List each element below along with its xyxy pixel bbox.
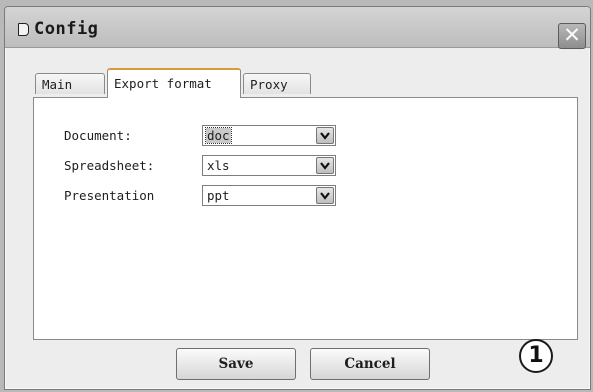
close-button[interactable]: ✕: [558, 23, 586, 49]
tab-export-format-label: Export format: [114, 76, 212, 91]
config-dialog: Config ✕ Main Export format Proxy Docume…: [4, 6, 591, 390]
chevron-down-icon: [320, 192, 330, 200]
document-label: Document:: [64, 128, 132, 143]
tab-proxy-label: Proxy: [250, 77, 288, 92]
export-format-panel: Document: doc Spreadsheet: xls Presentat…: [33, 97, 578, 340]
tab-proxy[interactable]: Proxy: [243, 73, 311, 94]
spreadsheet-dropdown-button[interactable]: [316, 157, 334, 174]
document-format-select[interactable]: doc: [202, 125, 336, 146]
title-bar[interactable]: Config ✕: [5, 7, 590, 49]
presentation-label: Presentation: [64, 188, 155, 203]
tab-main-label: Main: [42, 77, 73, 92]
tab-export-format[interactable]: Export format: [107, 68, 241, 98]
spreadsheet-label: Spreadsheet:: [64, 158, 155, 173]
document-format-value: doc: [205, 127, 232, 144]
document-dropdown-button[interactable]: [316, 127, 334, 144]
spreadsheet-format-value: xls: [207, 158, 230, 173]
callout-number-badge: 1: [519, 339, 553, 373]
cancel-button[interactable]: Cancel: [310, 348, 430, 380]
save-button[interactable]: Save: [176, 348, 296, 380]
spreadsheet-format-select[interactable]: xls: [202, 155, 336, 176]
document-icon: [18, 23, 29, 36]
chevron-down-icon: [320, 132, 330, 140]
presentation-dropdown-button[interactable]: [316, 187, 334, 204]
chevron-down-icon: [320, 162, 330, 170]
window-title: Config: [34, 19, 99, 39]
tab-main[interactable]: Main: [35, 73, 105, 94]
presentation-format-value: ppt: [207, 188, 230, 203]
presentation-format-select[interactable]: ppt: [202, 185, 336, 206]
